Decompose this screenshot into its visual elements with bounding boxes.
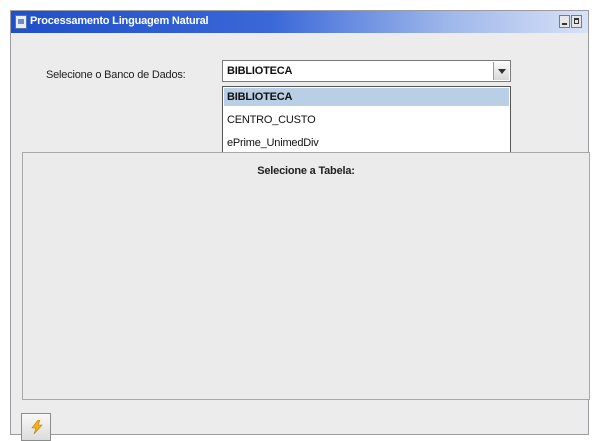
database-option-eprime-unimeddiv[interactable]: ePrime_UnimedDiv [224, 134, 509, 152]
database-option-centro-custo[interactable]: CENTRO_CUSTO [224, 111, 509, 129]
database-option-biblioteca[interactable]: BIBLIOTECA [224, 88, 509, 106]
window-app-icon[interactable] [15, 15, 27, 29]
lightning-icon [31, 420, 43, 434]
database-combo-value: BIBLIOTECA [227, 65, 293, 77]
minimize-button[interactable] [559, 15, 570, 28]
maximize-button[interactable] [571, 15, 582, 28]
database-dropdown-list: BIBLIOTECA CENTRO_CUSTO ePrime_UnimedDiv [222, 86, 511, 158]
title-bar[interactable]: Processamento Linguagem Natural [11, 11, 588, 33]
run-button[interactable] [21, 413, 51, 441]
window-title: Processamento Linguagem Natural [30, 15, 209, 27]
database-combo[interactable]: BIBLIOTECA [222, 60, 511, 82]
main-window: Processamento Linguagem Natural Selecion… [10, 10, 590, 441]
window-controls [559, 15, 582, 29]
table-selection-panel: Selecione a Tabela: [22, 152, 590, 400]
table-panel-title: Selecione a Tabela: [257, 165, 355, 177]
chevron-down-icon[interactable] [493, 62, 509, 80]
database-label: Selecione o Banco de Dados: [46, 69, 186, 81]
